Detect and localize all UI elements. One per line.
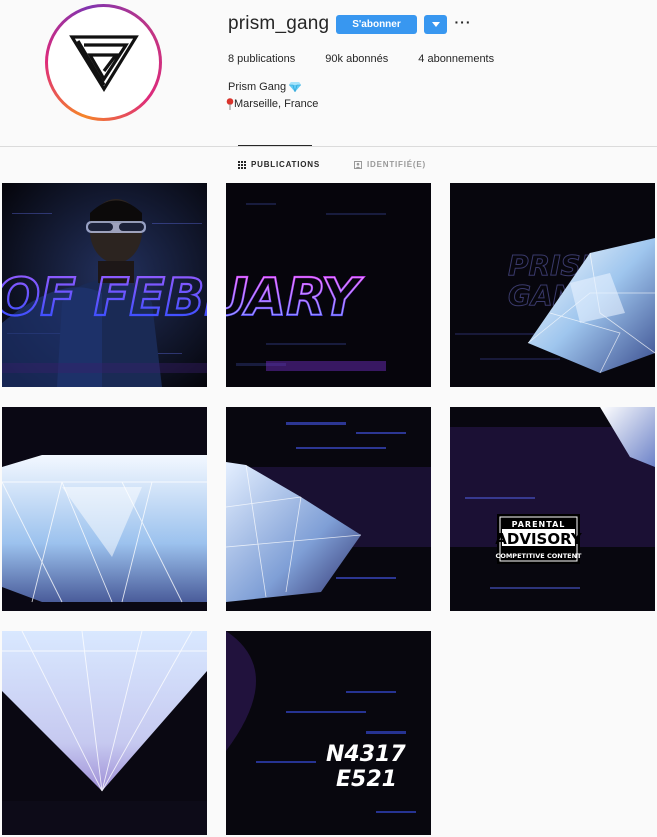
post-tile[interactable]: PRISM GANG: [450, 183, 655, 387]
tab-publications-label: PUBLICATIONS: [251, 160, 321, 169]
post-image-diamond-bottom: [2, 631, 207, 835]
grid-icon: [238, 160, 246, 169]
stat-publications: 8 publications: [228, 53, 296, 65]
post-image-advisory: PARENTAL ADVISORY COMPETITIVE CONTENT: [450, 407, 655, 611]
tabs-divider: [0, 146, 657, 147]
prism-logo-icon: [68, 34, 139, 92]
avatar-story-ring[interactable]: [45, 4, 162, 121]
post-image-coordinates: N4317 E521: [226, 631, 431, 835]
post-tile[interactable]: PARENTAL ADVISORY COMPETITIVE CONTENT: [450, 407, 655, 611]
profile-full-name: Prism Gang: [228, 81, 302, 93]
post-code-line2: E521: [336, 767, 397, 792]
full-name-text: Prism Gang: [228, 81, 287, 93]
post-image-diamond-center: [226, 407, 431, 611]
tagged-icon: [354, 160, 362, 169]
tab-publications[interactable]: PUBLICATIONS: [238, 160, 320, 169]
tab-tagged[interactable]: IDENTIFIÉ(E): [354, 160, 426, 169]
diamond-emoji-icon: [289, 82, 302, 92]
post-overlay-text: OF FEBRU: [2, 268, 207, 328]
post-image-artist: OF FEBRU: [2, 183, 207, 387]
profile-stats: 8 publications 90k abonnés 4 abonnements: [228, 53, 524, 65]
post-tile[interactable]: [2, 631, 207, 835]
post-tile[interactable]: [226, 407, 431, 611]
avatar-frame: [48, 7, 159, 118]
suggestions-dropdown-button[interactable]: [424, 15, 447, 34]
post-image-february: UARY UARY: [226, 183, 431, 387]
post-code-line1: N4317: [326, 742, 406, 767]
tab-tagged-label: IDENTIFIÉ(E): [367, 160, 426, 169]
profile-header: prism_gang S'abonner ··· 8 publications …: [0, 0, 657, 146]
location-text: Marseille, France: [234, 98, 319, 110]
stat-following[interactable]: 4 abonnements: [418, 53, 494, 65]
post-image-prism-diamond: PRISM GANG: [450, 183, 655, 387]
ellipsis-icon: ···: [454, 14, 472, 30]
post-tile[interactable]: [2, 407, 207, 611]
avatar[interactable]: [52, 11, 155, 114]
advisory-main-text: ADVISORY: [495, 530, 583, 548]
active-tab-indicator: [238, 145, 312, 146]
stat-followers[interactable]: 90k abonnés: [325, 53, 388, 65]
post-image-diamond-left: [2, 407, 207, 611]
svg-text:UARY: UARY: [226, 268, 364, 328]
advisory-bottom-text: COMPETITIVE CONTENT: [496, 552, 582, 560]
advisory-top-text: PARENTAL: [512, 520, 566, 529]
pin-icon: [226, 98, 234, 110]
post-tile[interactable]: UARY UARY: [226, 183, 431, 387]
post-tile[interactable]: N4317 E521: [226, 631, 431, 835]
post-tile[interactable]: OF FEBRU: [2, 183, 207, 387]
more-options-button[interactable]: ···: [455, 14, 471, 30]
follow-button[interactable]: S'abonner: [336, 15, 417, 34]
profile-username: prism_gang: [228, 13, 330, 34]
chevron-down-icon: [431, 21, 440, 27]
profile-location: Marseille, France: [226, 98, 318, 110]
